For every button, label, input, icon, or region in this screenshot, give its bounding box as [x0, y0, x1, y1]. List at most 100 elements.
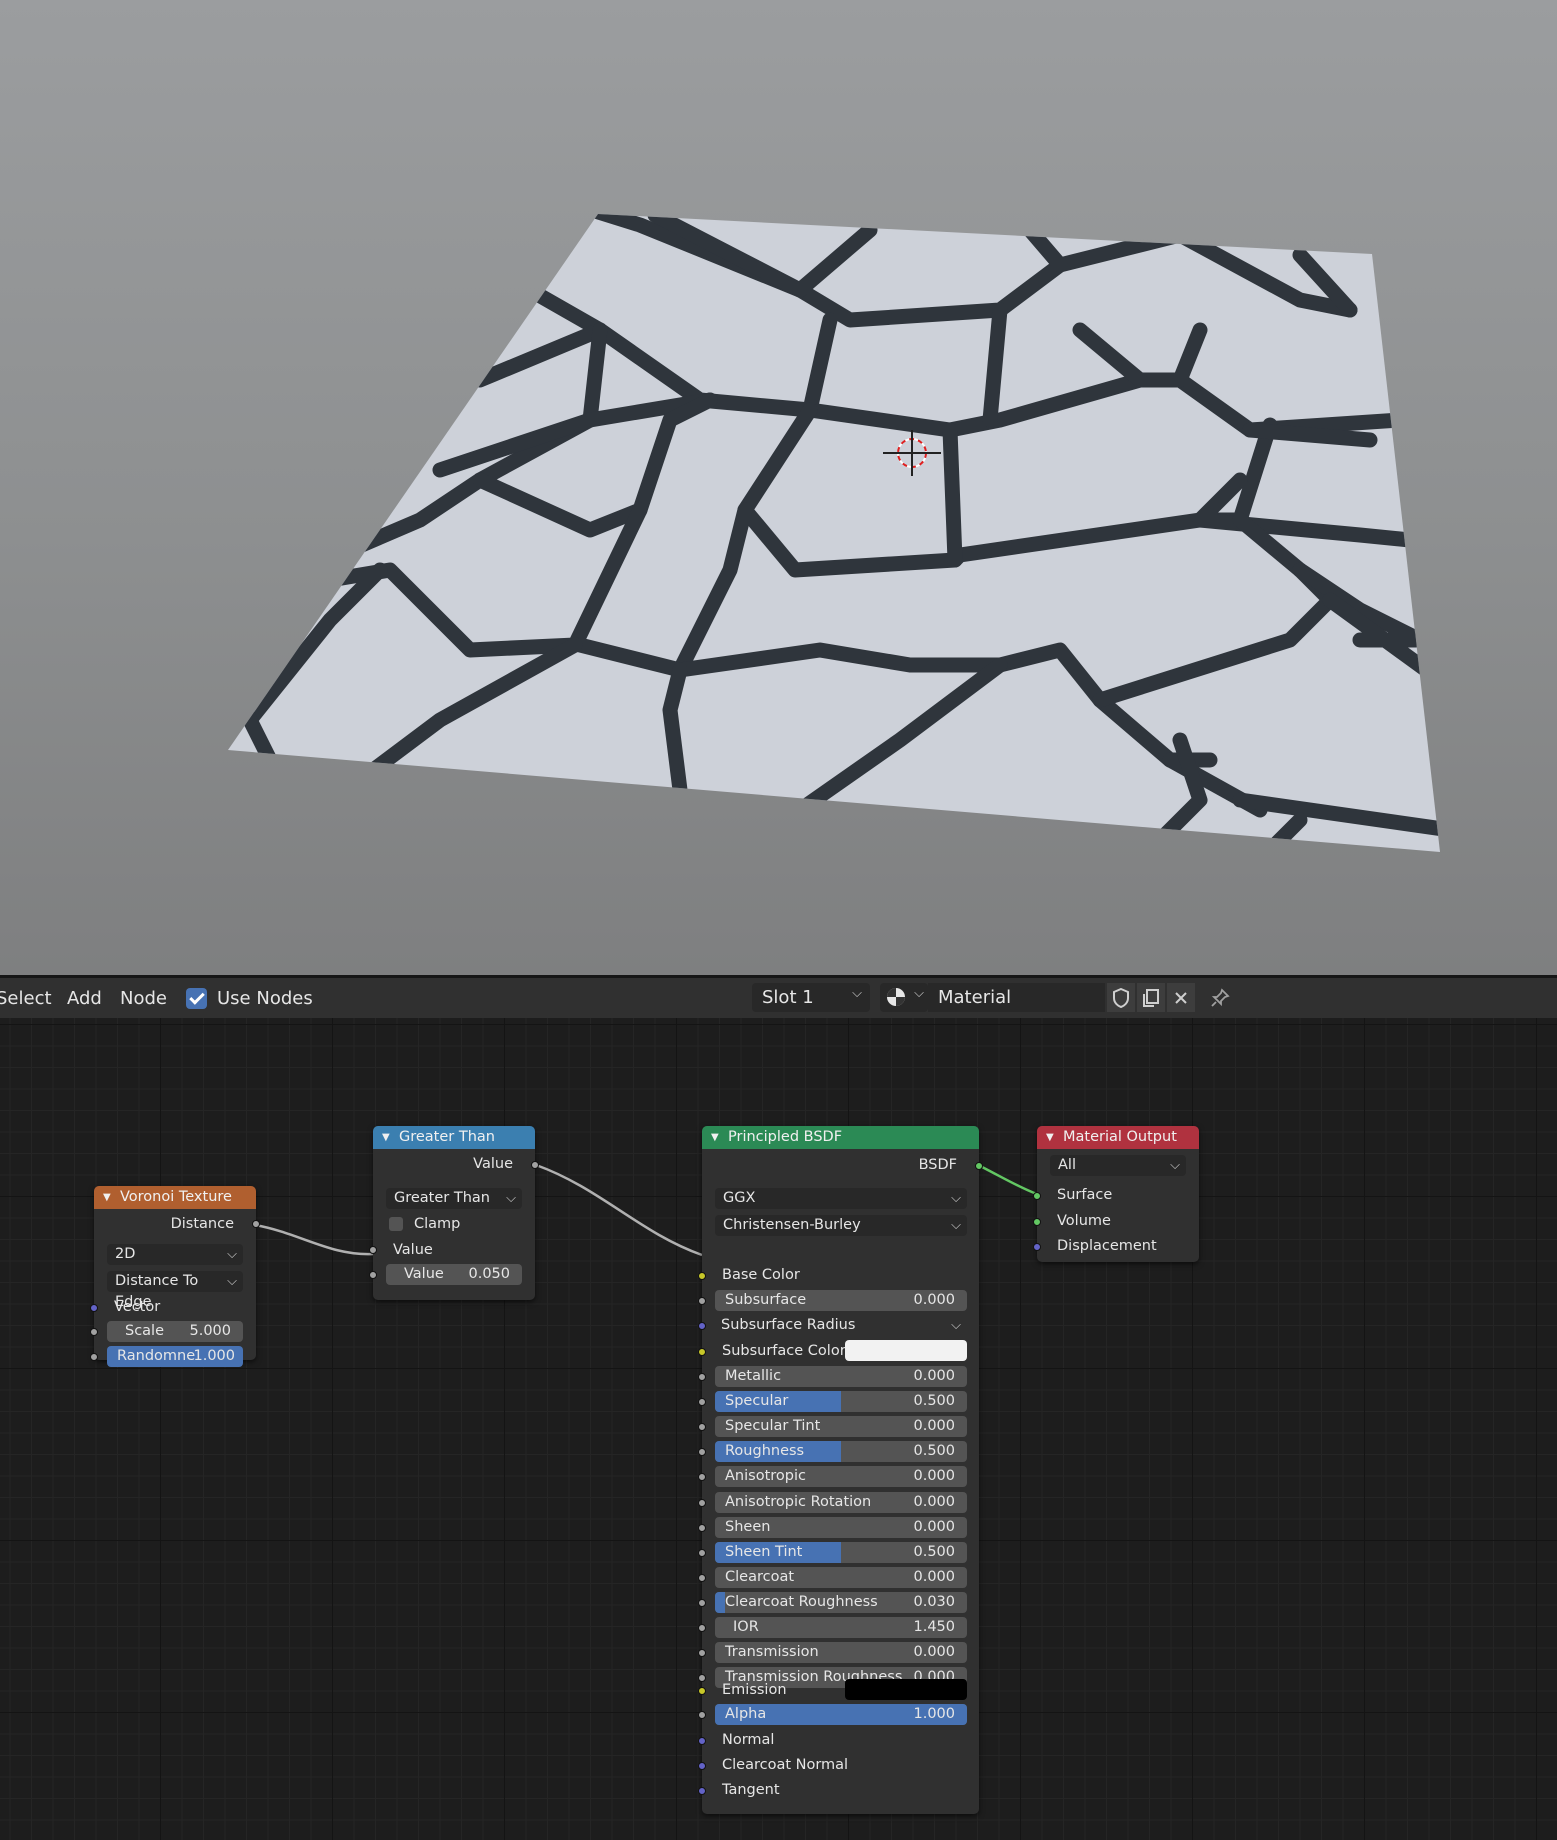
- normal-input-socket[interactable]: [698, 1737, 706, 1745]
- ior-input-socket[interactable]: [698, 1624, 706, 1632]
- metallic-field[interactable]: Metallic 0.000: [715, 1366, 967, 1387]
- specular-tint-input-socket[interactable]: [698, 1423, 706, 1432]
- distribution-dropdown[interactable]: GGX ⌵: [715, 1188, 967, 1209]
- clearcoat-input-socket[interactable]: [698, 1573, 706, 1582]
- render-target-dropdown[interactable]: All ⌵: [1050, 1155, 1186, 1176]
- emission-input-socket[interactable]: [698, 1687, 706, 1695]
- vector-input-socket[interactable]: [90, 1304, 98, 1312]
- fake-user-button[interactable]: [1107, 983, 1135, 1012]
- 3d-viewport[interactable]: [0, 0, 1557, 975]
- greater-than-node-title: Greater Than: [399, 1129, 495, 1145]
- emission-label: Emission: [722, 1682, 787, 1698]
- subsurface-method-dropdown[interactable]: Christensen-Burley ⌵: [715, 1215, 967, 1236]
- value-output-socket[interactable]: [531, 1161, 539, 1169]
- base-color-input-socket[interactable]: [698, 1272, 706, 1280]
- subsurface-field[interactable]: Subsurface 0.000: [715, 1290, 967, 1311]
- unlink-material-button[interactable]: [1167, 983, 1195, 1012]
- clearcoat-roughness-input-socket[interactable]: [698, 1598, 706, 1607]
- bsdf-output-label: BSDF: [918, 1157, 957, 1173]
- subsurface-radius-dropdown[interactable]: Subsurface Radius ⌵: [715, 1315, 967, 1336]
- threshold-input-socket[interactable]: [369, 1271, 377, 1279]
- tangent-input-socket[interactable]: [698, 1787, 706, 1795]
- specular-field[interactable]: Specular 0.500: [715, 1391, 967, 1413]
- sheen-input-socket[interactable]: [698, 1523, 706, 1532]
- sheen-tint-field[interactable]: Sheen Tint 0.500: [715, 1541, 967, 1563]
- anisotropic-input-socket[interactable]: [698, 1473, 706, 1482]
- anisotropic-field[interactable]: Anisotropic 0.000: [715, 1466, 967, 1488]
- tangent-label: Tangent: [722, 1782, 780, 1798]
- menu-node[interactable]: Node: [120, 988, 167, 1009]
- value-input-socket[interactable]: [369, 1246, 377, 1254]
- greater-than-output-value: Value: [473, 1156, 513, 1172]
- randomness-value: 1.000: [193, 1348, 235, 1364]
- clearcoat-normal-input-socket[interactable]: [698, 1762, 706, 1770]
- anisotropic-rotation-field[interactable]: Anisotropic Rotation 0.000: [715, 1491, 967, 1513]
- subsurface-radius-input-socket[interactable]: [698, 1322, 706, 1330]
- sheen-tint-input-socket[interactable]: [698, 1548, 706, 1557]
- transmission-roughness-input-socket[interactable]: [698, 1674, 706, 1683]
- greater-than-node-header[interactable]: ▼ Greater Than: [373, 1126, 535, 1149]
- randomness-input-socket[interactable]: [90, 1353, 98, 1361]
- chevron-down-icon: ⌵: [951, 1318, 961, 1333]
- material-name-field[interactable]: Material: [928, 983, 1105, 1012]
- clearcoat-roughness-field[interactable]: Clearcoat Roughness 0.030: [715, 1591, 967, 1613]
- subsurface-color-swatch[interactable]: [845, 1340, 967, 1361]
- collapse-triangle-icon[interactable]: ▼: [103, 1186, 111, 1209]
- chevron-down-icon: ⌵: [227, 1247, 237, 1262]
- collapse-triangle-icon[interactable]: ▼: [382, 1126, 390, 1149]
- bsdf-node-header[interactable]: ▼ Principled BSDF: [702, 1126, 979, 1149]
- voronoi-node-header[interactable]: ▼ Voronoi Texture: [94, 1186, 256, 1209]
- subsurface-color-input-socket[interactable]: [698, 1348, 706, 1356]
- subsurface-input-socket[interactable]: [698, 1297, 706, 1305]
- alpha-input-socket[interactable]: [698, 1711, 706, 1719]
- alpha-field[interactable]: Alpha 1.000: [715, 1704, 967, 1725]
- emission-color-swatch[interactable]: [845, 1679, 967, 1700]
- alpha-label: Alpha: [725, 1706, 767, 1722]
- anisotropic-rotation-input-socket[interactable]: [698, 1498, 706, 1507]
- principled-bsdf-node[interactable]: ▼ Principled BSDF BSDF GGX ⌵ Christensen…: [698, 1126, 983, 1814]
- voronoi-dimension-dropdown[interactable]: 2D ⌵: [107, 1244, 243, 1265]
- menu-select[interactable]: Select: [0, 988, 52, 1009]
- scale-field[interactable]: Scale 5.000: [107, 1321, 243, 1342]
- use-nodes-label: Use Nodes: [217, 988, 313, 1009]
- specular-value: 0.500: [913, 1393, 955, 1410]
- material-output-node-header[interactable]: ▼ Material Output: [1037, 1126, 1199, 1149]
- chevron-down-icon: ⌵: [227, 1274, 237, 1289]
- transmission-input-socket[interactable]: [698, 1649, 706, 1658]
- roughness-field[interactable]: Roughness 0.500: [715, 1441, 967, 1463]
- scale-input-socket[interactable]: [90, 1328, 98, 1336]
- duplicate-material-button[interactable]: [1137, 983, 1165, 1012]
- clamp-checkbox[interactable]: [389, 1217, 403, 1231]
- roughness-input-socket[interactable]: [698, 1448, 706, 1457]
- clearcoat-field[interactable]: Clearcoat 0.000: [715, 1566, 967, 1588]
- collapse-triangle-icon[interactable]: ▼: [1046, 1126, 1054, 1149]
- collapse-triangle-icon[interactable]: ▼: [711, 1126, 719, 1149]
- bsdf-output-socket[interactable]: [975, 1162, 983, 1170]
- voronoi-texture-node[interactable]: ▼ Voronoi Texture Distance 2D ⌵ Distance…: [90, 1186, 260, 1367]
- slot-dropdown[interactable]: Slot 1 ⌵: [752, 983, 870, 1012]
- ior-field[interactable]: IOR 1.450: [715, 1617, 967, 1638]
- specular-tint-field[interactable]: Specular Tint 0.000: [715, 1416, 967, 1438]
- greater-than-node[interactable]: ▼ Greater Than Value Greater Than ⌵ Clam…: [369, 1126, 539, 1300]
- sheen-tint-label: Sheen Tint: [725, 1543, 803, 1560]
- menu-add[interactable]: Add: [67, 988, 102, 1009]
- pin-button[interactable]: [1206, 983, 1234, 1012]
- specular-input-socket[interactable]: [698, 1398, 706, 1407]
- voronoi-feature-dropdown[interactable]: Distance To Edge ⌵: [107, 1271, 243, 1310]
- displacement-input-socket[interactable]: [1033, 1243, 1041, 1251]
- distance-output-socket[interactable]: [252, 1220, 260, 1228]
- volume-input-socket[interactable]: [1033, 1218, 1041, 1226]
- randomness-field[interactable]: Randomne 1.000: [107, 1346, 243, 1367]
- sheen-field[interactable]: Sheen 0.000: [715, 1516, 967, 1538]
- metallic-input-socket[interactable]: [698, 1373, 706, 1381]
- use-nodes-checkbox[interactable]: [186, 988, 207, 1009]
- math-operation-dropdown[interactable]: Greater Than ⌵: [386, 1188, 522, 1209]
- threshold-field[interactable]: Value 0.050: [386, 1264, 522, 1285]
- transmission-field[interactable]: Transmission 0.000: [715, 1642, 967, 1664]
- material-browse-button[interactable]: ⌵: [880, 983, 928, 1012]
- link-bsdf-to-surface: [979, 1164, 1038, 1196]
- surface-input-socket[interactable]: [1033, 1192, 1041, 1200]
- material-output-node[interactable]: ▼ Material Output All ⌵ Surface Volume D…: [1033, 1126, 1199, 1262]
- ior-label: IOR: [733, 1619, 759, 1635]
- node-editor-canvas[interactable]: ▼ Voronoi Texture Distance 2D ⌵ Distance…: [0, 1018, 1557, 1840]
